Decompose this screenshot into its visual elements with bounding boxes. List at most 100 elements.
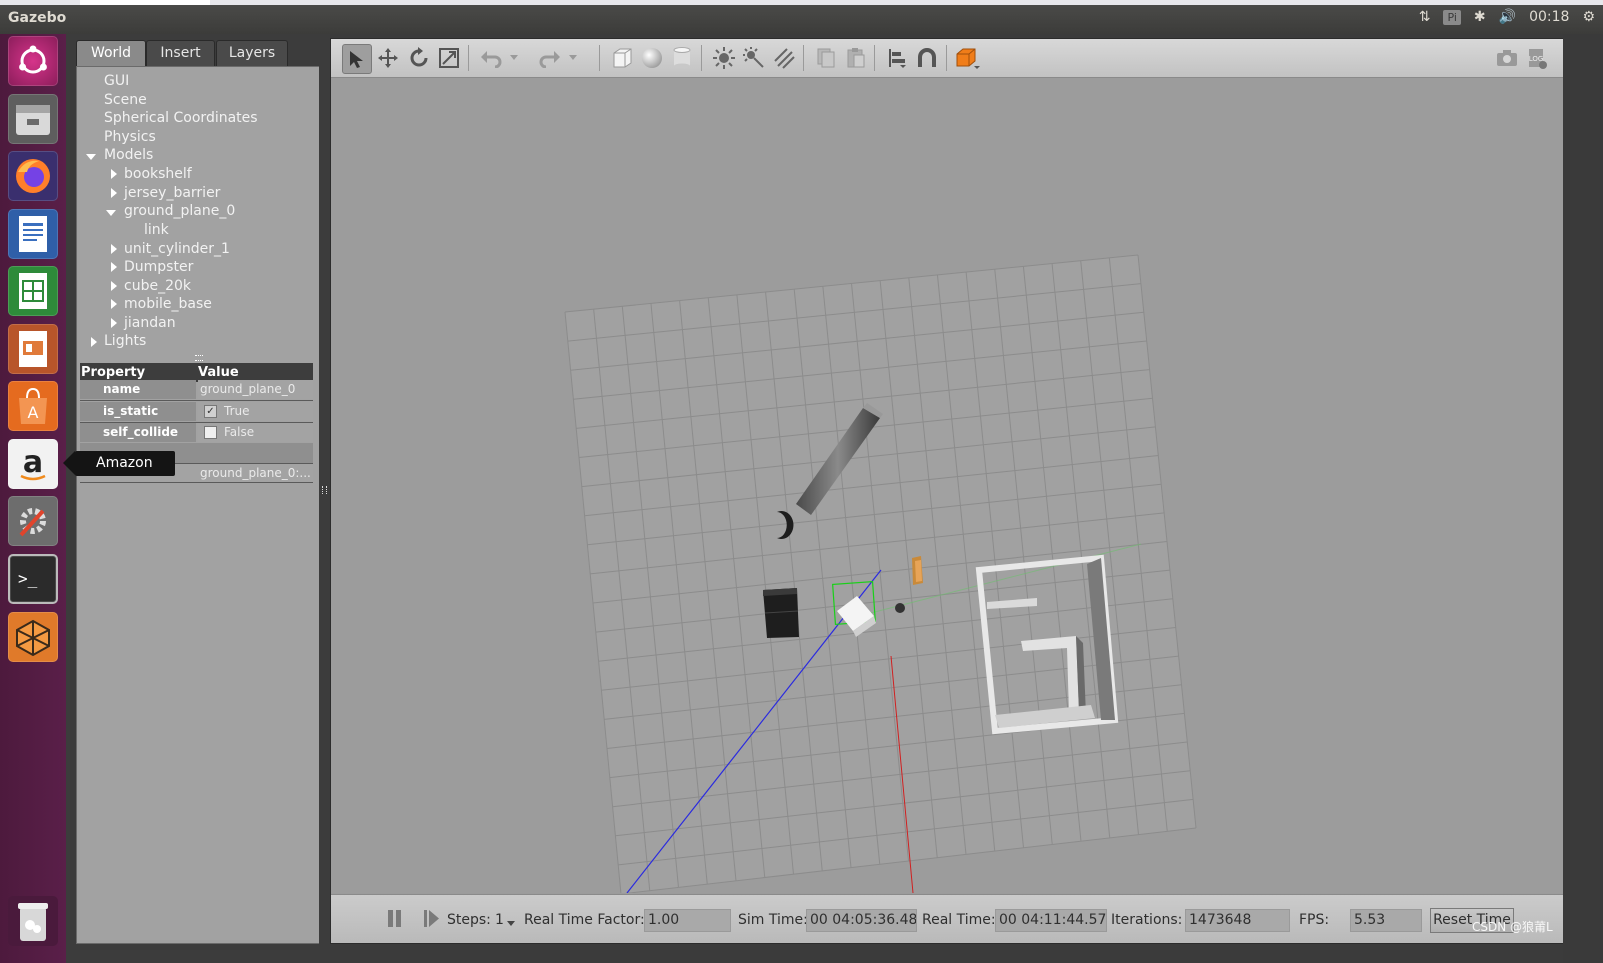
pause-icon[interactable]	[388, 910, 402, 927]
fps-label: FPS:	[1299, 912, 1330, 928]
power-gear-icon[interactable]: ⚙	[1582, 9, 1595, 25]
panel-splitter[interactable]	[319, 34, 330, 963]
clock[interactable]: 00:18	[1529, 9, 1569, 25]
snap-icon[interactable]	[913, 44, 941, 72]
directional-light-icon[interactable]	[770, 44, 798, 72]
redo-history-chevron-icon[interactable]	[566, 44, 580, 72]
real-time-label: Real Time:	[922, 912, 996, 928]
expand-ground-plane-icon[interactable]	[106, 210, 116, 216]
tab-world[interactable]: World	[76, 40, 146, 66]
tree-item-physics[interactable]: Physics	[104, 129, 156, 145]
tree-item-lights[interactable]: Lights	[104, 333, 146, 349]
expand-dumpster-icon[interactable]	[111, 262, 117, 272]
property-value-link[interactable]: ground_plane_0:...	[200, 464, 313, 483]
tree-item-link[interactable]: link	[144, 222, 169, 238]
ubuntu-logo-icon[interactable]	[8, 36, 58, 86]
steps-chevron-icon[interactable]	[507, 921, 515, 926]
self-collide-checkbox[interactable]	[204, 426, 217, 439]
align-icon[interactable]	[883, 44, 911, 72]
network-icon[interactable]: ⇅	[1419, 9, 1431, 25]
amazon-icon[interactable]: a	[8, 439, 58, 489]
cylinder-icon[interactable]	[668, 44, 696, 72]
toolbar-separator	[803, 45, 804, 71]
toolbar-separator	[468, 45, 469, 71]
tooltip-text: Amazon	[96, 455, 153, 471]
property-row-self-collide[interactable]: self_collide False	[80, 422, 313, 444]
redo-icon[interactable]	[536, 44, 564, 72]
tree-item-ground-plane[interactable]: ground_plane_0	[124, 203, 235, 219]
property-value-is-static-cell: ✓ True	[198, 402, 313, 421]
is-static-value: True	[224, 404, 250, 418]
expand-lights-icon[interactable]	[91, 337, 97, 347]
expand-cube-icon[interactable]	[111, 281, 117, 291]
property-value-name[interactable]: ground_plane_0	[198, 380, 313, 399]
system-tray: ⇅ Pi ✱ 🔊 00:18 ⚙	[1419, 9, 1595, 25]
gazebo-icon[interactable]	[8, 612, 58, 662]
steps-value[interactable]: 1	[495, 912, 504, 928]
view-angle-icon[interactable]	[954, 44, 982, 72]
3d-viewport[interactable]	[331, 78, 1564, 895]
tab-layers[interactable]: Layers	[216, 40, 288, 66]
files-icon[interactable]	[8, 94, 58, 144]
splitter-grip[interactable]	[322, 486, 327, 494]
is-static-checkbox[interactable]: ✓	[204, 405, 217, 418]
scene-window: LOG Steps: 1 Real Time Factor: 1.00 Sim …	[330, 38, 1565, 944]
expand-jiandan-icon[interactable]	[111, 318, 117, 328]
point-light-icon[interactable]	[710, 44, 738, 72]
step-icon[interactable]	[424, 910, 440, 927]
tree-item-models[interactable]: Models	[104, 147, 153, 163]
tree-item-gui[interactable]: GUI	[104, 73, 129, 89]
mobile-base-model[interactable]	[895, 603, 905, 613]
settings-icon[interactable]	[8, 496, 58, 546]
trash-icon[interactable]	[8, 896, 58, 946]
writer-icon[interactable]	[8, 209, 58, 259]
real-time-value: 00 04:11:44.572	[995, 909, 1107, 932]
tree-item-mobile-base[interactable]: mobile_base	[124, 296, 212, 312]
self-collide-value: False	[224, 425, 255, 439]
tree-item-cube[interactable]: cube_20k	[124, 278, 191, 294]
paste-icon[interactable]	[842, 44, 870, 72]
calc-icon[interactable]	[8, 266, 58, 316]
toolbar: LOG	[331, 39, 1564, 78]
tree-item-scene[interactable]: Scene	[104, 92, 147, 108]
screenshot-icon[interactable]	[1493, 44, 1521, 72]
svg-text:a: a	[23, 445, 43, 480]
tree-item-jersey-barrier[interactable]: jersey_barrier	[124, 185, 220, 201]
firefox-icon[interactable]	[8, 151, 58, 201]
scale-icon[interactable]	[435, 44, 463, 72]
box-icon[interactable]	[608, 44, 636, 72]
property-row-is-static[interactable]: is_static ✓ True	[80, 400, 313, 423]
volume-icon[interactable]: 🔊	[1499, 9, 1516, 25]
expand-models-icon[interactable]	[86, 154, 96, 160]
launcher-tooltip: Amazon	[63, 451, 175, 476]
tree-item-spherical-coordinates[interactable]: Spherical Coordinates	[104, 110, 258, 126]
select-icon[interactable]	[342, 44, 372, 74]
expand-mobile-base-icon[interactable]	[111, 299, 117, 309]
tab-insert[interactable]: Insert	[146, 40, 215, 66]
terminal-icon[interactable]: >_	[8, 554, 58, 604]
tree-item-bookshelf[interactable]: bookshelf	[124, 166, 192, 182]
impress-icon[interactable]	[8, 324, 58, 374]
property-row-name[interactable]: name ground_plane_0	[80, 380, 313, 399]
bluetooth-icon[interactable]: ✱	[1474, 9, 1486, 25]
undo-history-chevron-icon[interactable]	[507, 44, 521, 72]
spot-light-icon[interactable]	[740, 44, 768, 72]
tree-item-jiandan[interactable]: jiandan	[124, 315, 176, 331]
panel-split-handle[interactable]	[195, 355, 203, 361]
expand-unit-cylinder-icon[interactable]	[111, 244, 117, 254]
undo-icon[interactable]	[477, 44, 505, 72]
translate-icon[interactable]	[374, 44, 402, 72]
dumpster-model[interactable]	[763, 588, 799, 638]
tree-item-unit-cylinder[interactable]: unit_cylinder_1	[124, 241, 230, 257]
log-icon[interactable]: LOG	[1523, 44, 1551, 72]
rotate-icon[interactable]	[405, 44, 433, 72]
copy-icon[interactable]	[812, 44, 840, 72]
expand-bookshelf-icon[interactable]	[111, 169, 117, 179]
expand-jersey-barrier-icon[interactable]	[111, 188, 117, 198]
software-center-icon[interactable]: A	[8, 381, 58, 431]
pi-indicator[interactable]: Pi	[1443, 9, 1461, 25]
tree-item-dumpster[interactable]: Dumpster	[124, 259, 193, 275]
sphere-icon[interactable]	[638, 44, 666, 72]
svg-text:>_: >_	[18, 569, 38, 588]
toolbar-separator	[874, 45, 875, 71]
